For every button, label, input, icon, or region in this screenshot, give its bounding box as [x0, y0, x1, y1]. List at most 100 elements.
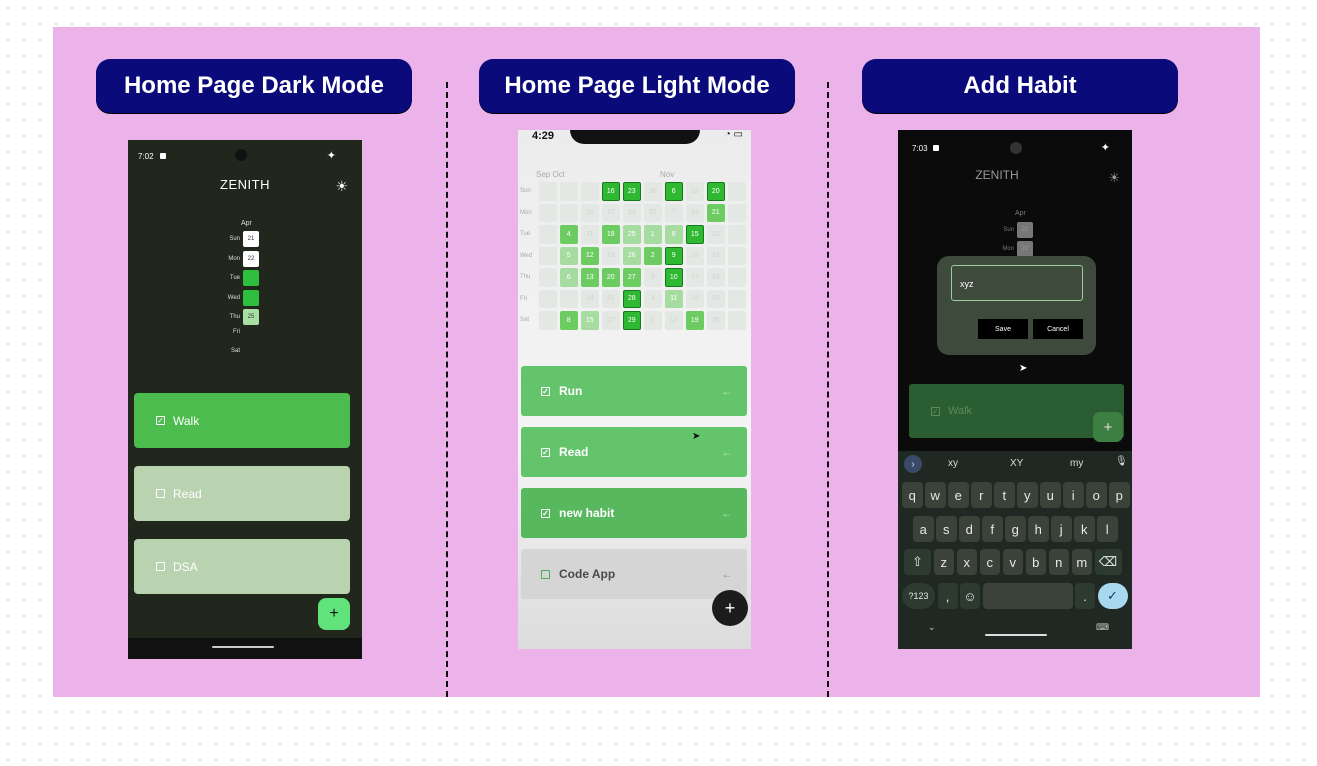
- home-gesture-bar[interactable]: [985, 634, 1047, 636]
- habit-card[interactable]: ✓ Walk: [134, 393, 350, 448]
- add-habit-button[interactable]: +: [712, 590, 748, 626]
- heatmap-cell: 16: [685, 246, 704, 265]
- day-row: Mon 22: [224, 250, 259, 267]
- heatmap-cell: 11: [664, 289, 683, 308]
- heatmap-cell: 13: [685, 182, 704, 201]
- heatmap-cell: 5: [559, 246, 578, 265]
- checkbox-empty-icon[interactable]: [156, 489, 165, 498]
- month-label-sep-oct: Sep Oct: [536, 170, 565, 179]
- key-backspace[interactable]: ⌫: [1094, 549, 1122, 575]
- key-enter[interactable]: ✓: [1097, 583, 1128, 609]
- heatmap-cell: 26: [706, 311, 725, 330]
- key-k[interactable]: k: [1074, 516, 1095, 542]
- heatmap-cell: 14: [685, 203, 704, 222]
- heatmap-cell: 24: [706, 268, 725, 287]
- habit-label: new habit: [559, 506, 615, 520]
- heatmap-cell: 20: [601, 268, 620, 287]
- key-d[interactable]: d: [959, 516, 980, 542]
- key-m[interactable]: m: [1071, 549, 1092, 575]
- heatmap-cell: 9: [664, 246, 683, 265]
- swipe-arrow-icon: ←: [721, 506, 733, 520]
- day-label: Fri: [520, 295, 527, 302]
- key-y[interactable]: y: [1017, 482, 1038, 508]
- home-gesture-bar[interactable]: [212, 646, 274, 648]
- habit-card[interactable]: ✓ Read ←: [521, 427, 747, 477]
- suggestion-2[interactable]: XY: [1010, 458, 1023, 469]
- habit-card[interactable]: Read: [134, 466, 350, 521]
- checkbox-empty-icon[interactable]: [156, 562, 165, 571]
- habit-card-walk[interactable]: ✓ Walk: [909, 384, 1124, 438]
- key-i[interactable]: i: [1063, 482, 1084, 508]
- key-shift[interactable]: ⇧: [904, 549, 931, 575]
- key-q[interactable]: q: [902, 482, 923, 508]
- key-n[interactable]: n: [1048, 549, 1069, 575]
- key-e[interactable]: e: [948, 482, 969, 508]
- checkbox-checked-icon[interactable]: ✓: [541, 447, 550, 457]
- heatmap-cell: 13: [580, 268, 599, 287]
- key-t[interactable]: t: [994, 482, 1015, 508]
- suggestion-1[interactable]: xy: [948, 458, 958, 469]
- key-space[interactable]: [982, 583, 1073, 609]
- add-habit-button[interactable]: +: [1093, 412, 1123, 442]
- habit-label: DSA: [173, 559, 198, 574]
- habit-card[interactable]: ✓ new habit ←: [521, 488, 747, 538]
- keyboard-switch-icon[interactable]: ⌨: [1096, 622, 1109, 633]
- notification-icon: [933, 145, 939, 151]
- heatmap-cell: 19: [685, 311, 704, 330]
- key-g[interactable]: g: [1005, 516, 1026, 542]
- key-f[interactable]: f: [982, 516, 1003, 542]
- heatmap-cell: 24: [622, 203, 641, 222]
- cancel-button[interactable]: Cancel: [1033, 319, 1083, 339]
- habit-card[interactable]: Code App ←: [521, 549, 747, 599]
- key-b[interactable]: b: [1025, 549, 1046, 575]
- key-s[interactable]: s: [936, 516, 957, 542]
- microphone-icon[interactable]: 🎙: [1115, 456, 1128, 467]
- habit-name-input[interactable]: xyz: [951, 265, 1083, 301]
- day-label: Tue: [229, 275, 240, 281]
- key-z[interactable]: z: [933, 549, 954, 575]
- key-a[interactable]: a: [913, 516, 934, 542]
- key-r[interactable]: r: [971, 482, 992, 508]
- key-symbols[interactable]: ?123: [902, 583, 935, 609]
- habit-card[interactable]: ✓ Run ←: [521, 366, 747, 416]
- key-h[interactable]: h: [1028, 516, 1049, 542]
- keyboard-expand-icon[interactable]: ›: [904, 455, 922, 473]
- heatmap-cell: 18: [601, 225, 620, 244]
- key-v[interactable]: v: [1002, 549, 1023, 575]
- checkbox-empty-icon[interactable]: [541, 569, 550, 579]
- checkbox-checked-icon[interactable]: ✓: [931, 406, 940, 416]
- heatmap-cell: 10: [580, 203, 599, 222]
- key-emoji[interactable]: ☺: [960, 583, 980, 609]
- theme-toggle-sun-icon[interactable]: ☀: [335, 178, 348, 195]
- key-x[interactable]: x: [956, 549, 977, 575]
- theme-toggle-sun-icon[interactable]: ☀: [1108, 170, 1120, 186]
- day-row: Wed: [224, 289, 259, 306]
- add-habit-button[interactable]: +: [318, 598, 350, 630]
- heatmap-cell: 8: [664, 225, 683, 244]
- day-cell: 21: [1017, 222, 1033, 238]
- heatmap-cell: [727, 289, 746, 308]
- heatmap-cell: 12: [580, 246, 599, 265]
- save-button[interactable]: Save: [978, 319, 1028, 339]
- suggestion-3[interactable]: my: [1070, 458, 1083, 469]
- day-label: Thu: [229, 314, 240, 320]
- heatmap-cell: 5: [643, 311, 662, 330]
- key-l[interactable]: l: [1097, 516, 1118, 542]
- key-period[interactable]: .: [1075, 583, 1095, 609]
- checkbox-checked-icon[interactable]: ✓: [541, 508, 550, 518]
- key-o[interactable]: o: [1086, 482, 1107, 508]
- key-u[interactable]: u: [1040, 482, 1061, 508]
- key-j[interactable]: j: [1051, 516, 1072, 542]
- key-comma[interactable]: ,: [937, 583, 958, 609]
- heatmap-cell: [727, 225, 746, 244]
- key-w[interactable]: w: [925, 482, 946, 508]
- system-nav-bar: [128, 638, 362, 659]
- habit-card[interactable]: DSA: [134, 539, 350, 594]
- heatmap-cell: 28: [622, 289, 641, 308]
- checkbox-checked-icon[interactable]: ✓: [541, 386, 550, 396]
- checkbox-checked-icon[interactable]: ✓: [156, 416, 165, 425]
- hide-keyboard-icon[interactable]: ⌄: [928, 622, 936, 633]
- key-c[interactable]: c: [979, 549, 1000, 575]
- key-p[interactable]: p: [1109, 482, 1130, 508]
- heatmap-cell: [538, 289, 557, 308]
